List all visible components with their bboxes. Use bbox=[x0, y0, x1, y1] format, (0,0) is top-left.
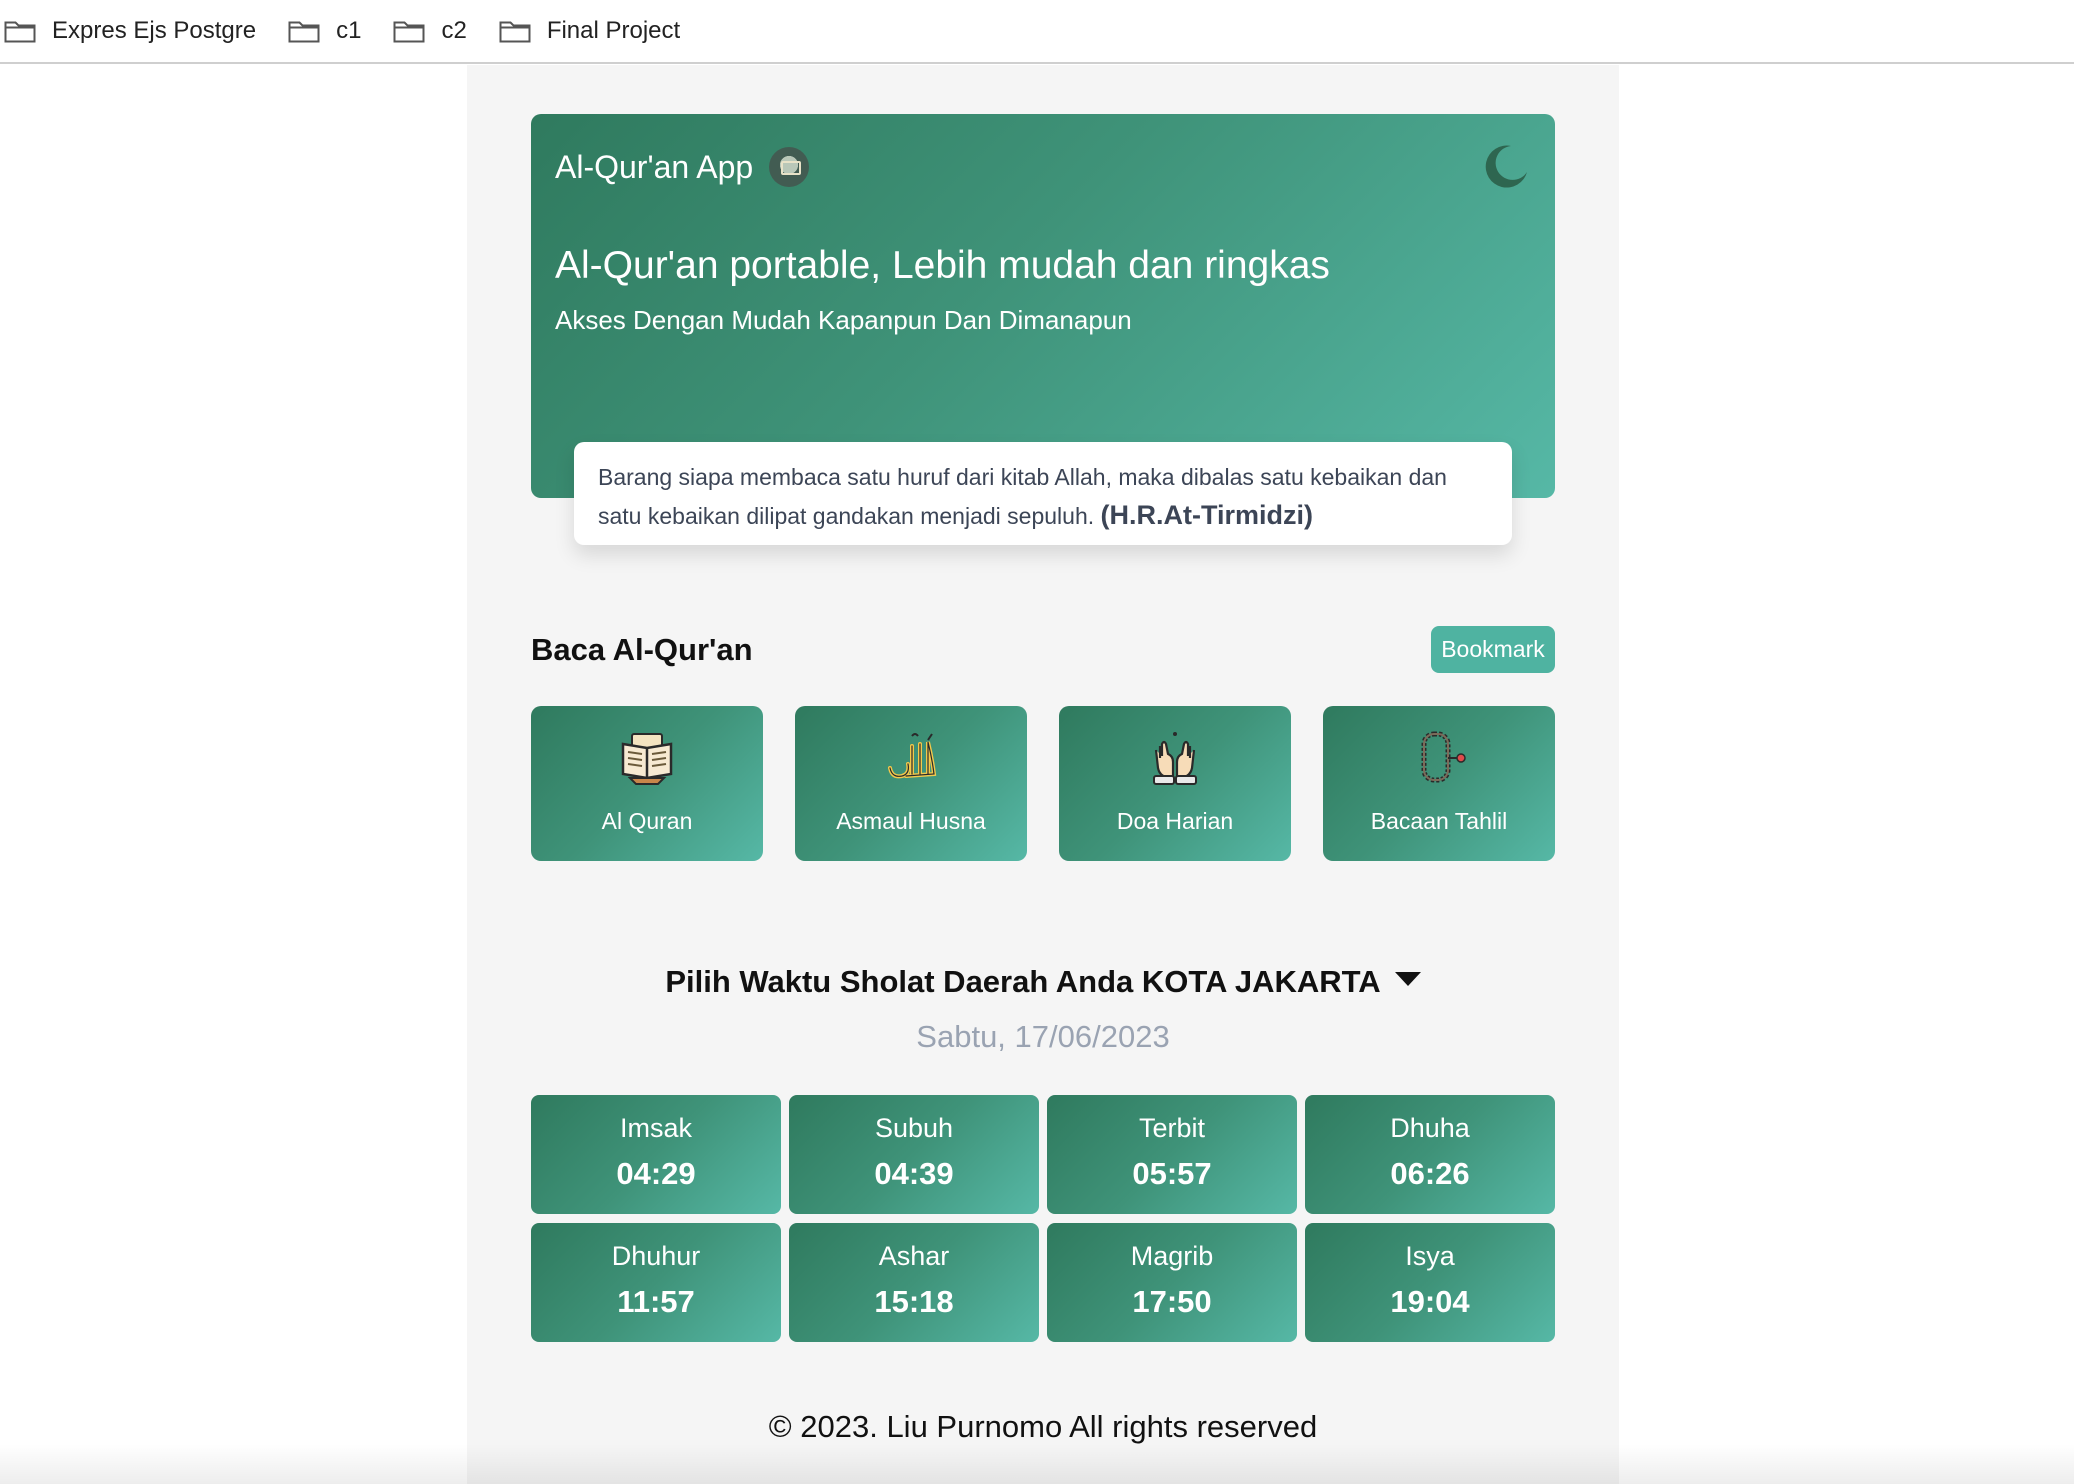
hero-subtitle: Akses Dengan Mudah Kapanpun Dan Dimanapu… bbox=[555, 305, 1132, 335]
menu-card-al-quran[interactable]: Al Quran bbox=[531, 706, 763, 861]
menu-label: Asmaul Husna bbox=[836, 808, 986, 834]
prayer-times-grid: Imsak 04:29 Subuh 04:39 Terbit 05:57 Dhu… bbox=[531, 1095, 1555, 1342]
prayer-time-value: 05:57 bbox=[1132, 1156, 1212, 1191]
prayer-heading: Pilih Waktu Sholat Daerah Anda KOTA JAKA… bbox=[467, 964, 1619, 1000]
prayer-name: Magrib bbox=[1130, 1241, 1214, 1271]
bookmark-label: Final Project bbox=[546, 17, 681, 44]
quran-logo-icon bbox=[769, 147, 810, 187]
bookmark-expres-ejs-postgre[interactable]: Expres Ejs Postgre bbox=[4, 17, 256, 45]
section-title: Baca Al-Qur'an bbox=[531, 632, 753, 667]
bookmark-label: c2 bbox=[441, 17, 467, 44]
menu-label: Al Quran bbox=[601, 808, 693, 834]
prayer-name: Dhuhur bbox=[611, 1241, 701, 1271]
menu-label: Doa Harian bbox=[1116, 808, 1234, 834]
prayer-date: Sabtu, 17/06/2023 bbox=[916, 1019, 1170, 1054]
prayer-time-value: 04:39 bbox=[874, 1156, 954, 1191]
prayer-time-value: 15:18 bbox=[874, 1284, 954, 1319]
prayer-time-value: 19:04 bbox=[1390, 1284, 1470, 1319]
prayer-time-value: 17:50 bbox=[1132, 1284, 1212, 1319]
prayer-time-value: 06:26 bbox=[1390, 1156, 1470, 1191]
prayer-name: Imsak bbox=[619, 1113, 692, 1143]
prayer-time-isya: Isya 19:04 bbox=[1305, 1223, 1555, 1342]
bookmark-label: Expres Ejs Postgre bbox=[52, 17, 257, 44]
app-title: Al-Qur'an App bbox=[555, 148, 754, 185]
prayer-name: Terbit bbox=[1138, 1113, 1206, 1143]
prayer-name: Ashar bbox=[878, 1241, 950, 1271]
prayer-beads-icon bbox=[1410, 728, 1468, 786]
bookmark-final-project[interactable]: Final Project bbox=[499, 17, 680, 45]
bottom-shadow bbox=[0, 1444, 2074, 1484]
menu-card-bacaan-tahlil[interactable]: Bacaan Tahlil bbox=[1323, 706, 1555, 861]
prayer-heading-text: Pilih Waktu Sholat Daerah Anda bbox=[665, 964, 1142, 999]
praying-hands-icon bbox=[1146, 728, 1204, 786]
open-book-icon bbox=[618, 728, 676, 786]
prayer-name: Dhuha bbox=[1390, 1113, 1470, 1143]
footer-copyright: © 2023. Liu Purnomo All rights reserved bbox=[768, 1409, 1318, 1444]
quote-text: Barang siapa membaca satu huruf dari kit… bbox=[598, 464, 1447, 529]
bookmark-label: c1 bbox=[336, 17, 362, 44]
page-container: Al-Qur'an App Al-Qur'an portable, Lebih … bbox=[467, 65, 1619, 1484]
prayer-time-value: 11:57 bbox=[617, 1284, 695, 1319]
prayer-time-value: 04:29 bbox=[616, 1156, 696, 1191]
bookmarks-bar: Expres Ejs Postgre c1 c2 Final Project bbox=[0, 0, 2074, 64]
prayer-time-terbit: Terbit 05:57 bbox=[1047, 1095, 1297, 1214]
prayer-name: Isya bbox=[1405, 1241, 1455, 1271]
folder-icon bbox=[4, 19, 36, 43]
folder-icon bbox=[288, 19, 320, 43]
hero-title: Al-Qur'an portable, Lebih mudah dan ring… bbox=[555, 244, 1330, 287]
prayer-time-subuh: Subuh 04:39 bbox=[789, 1095, 1039, 1214]
quote-source: (H.R.At-Tirmidzi) bbox=[1100, 500, 1314, 530]
folder-icon bbox=[393, 19, 425, 43]
city-selector[interactable]: KOTA JAKARTA bbox=[1142, 964, 1381, 999]
moon-icon[interactable] bbox=[1481, 142, 1531, 192]
prayer-time-magrib: Magrib 17:50 bbox=[1047, 1223, 1297, 1342]
folder-icon bbox=[499, 19, 531, 43]
app-brand[interactable]: Al-Qur'an App bbox=[555, 147, 810, 187]
prayer-time-dhuha: Dhuha 06:26 bbox=[1305, 1095, 1555, 1214]
quote-card: Barang siapa membaca satu huruf dari kit… bbox=[574, 442, 1512, 545]
menu-grid: Al Quran Asmaul Husna Doa Harian Bacaan … bbox=[531, 706, 1555, 861]
menu-card-asmaul-husna[interactable]: Asmaul Husna bbox=[795, 706, 1027, 861]
prayer-name: Subuh bbox=[874, 1113, 954, 1143]
prayer-time-ashar: Ashar 15:18 bbox=[789, 1223, 1039, 1342]
prayer-time-imsak: Imsak 04:29 bbox=[531, 1095, 781, 1214]
menu-card-doa-harian[interactable]: Doa Harian bbox=[1059, 706, 1291, 861]
bookmark-c1[interactable]: c1 bbox=[288, 17, 361, 45]
hero-banner: Al-Qur'an App Al-Qur'an portable, Lebih … bbox=[531, 114, 1555, 498]
bookmark-button[interactable]: Bookmark bbox=[1431, 626, 1555, 673]
bookmark-c2[interactable]: c2 bbox=[393, 17, 467, 45]
prayer-time-dhuhur: Dhuhur 11:57 bbox=[531, 1223, 781, 1342]
caret-down-icon[interactable] bbox=[1394, 972, 1421, 986]
menu-label: Bacaan Tahlil bbox=[1370, 808, 1508, 834]
allah-calligraphy-icon bbox=[882, 728, 940, 786]
